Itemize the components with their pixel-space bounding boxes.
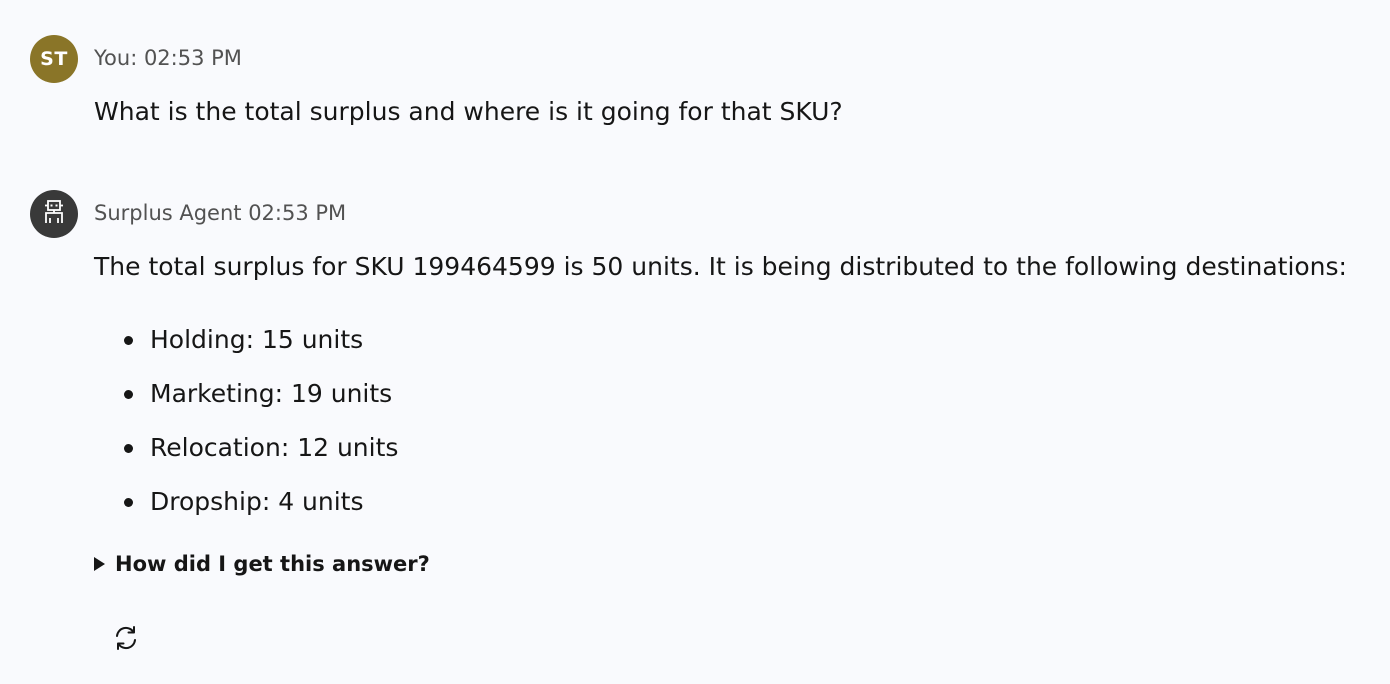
list-item: Dropship: 4 units: [124, 485, 398, 539]
list-item: Relocation: 12 units: [124, 431, 399, 485]
bullet-icon: [124, 444, 133, 453]
list-item: Holding: 15 units: [124, 323, 398, 377]
bullet-icon: [124, 390, 133, 399]
avatar-initials: ST: [40, 48, 68, 70]
agent-message-text: The total surplus for SKU 199464599 is 5…: [94, 252, 1347, 281]
explain-answer-label: How did I get this answer?: [115, 552, 430, 576]
chat-thread: ST You: 02:53 PM What is the total surpl…: [0, 0, 1390, 684]
bullet-icon: [124, 336, 133, 345]
caret-right-icon: [94, 557, 105, 571]
user-avatar: ST: [30, 35, 78, 83]
destination-label: Marketing: 19 units: [150, 379, 393, 408]
user-sender-time: You: 02:53 PM: [94, 46, 242, 70]
list-item: Marketing: 19 units: [124, 377, 398, 431]
regenerate-button[interactable]: [110, 624, 142, 656]
agent-avatar: [30, 190, 78, 238]
destination-label: Holding: 15 units: [150, 325, 364, 354]
refresh-icon: [112, 624, 140, 656]
destination-list: Holding: 15 units Marketing: 19 units Re…: [124, 323, 399, 539]
robot-icon: [41, 199, 67, 229]
explain-answer-toggle[interactable]: How did I get this answer?: [94, 552, 430, 576]
bullet-icon: [124, 498, 133, 507]
destination-label: Dropship: 4 units: [150, 487, 364, 516]
user-message-text: What is the total surplus and where is i…: [94, 97, 843, 126]
destination-label: Relocation: 12 units: [150, 433, 399, 462]
agent-sender-time: Surplus Agent 02:53 PM: [94, 201, 347, 225]
